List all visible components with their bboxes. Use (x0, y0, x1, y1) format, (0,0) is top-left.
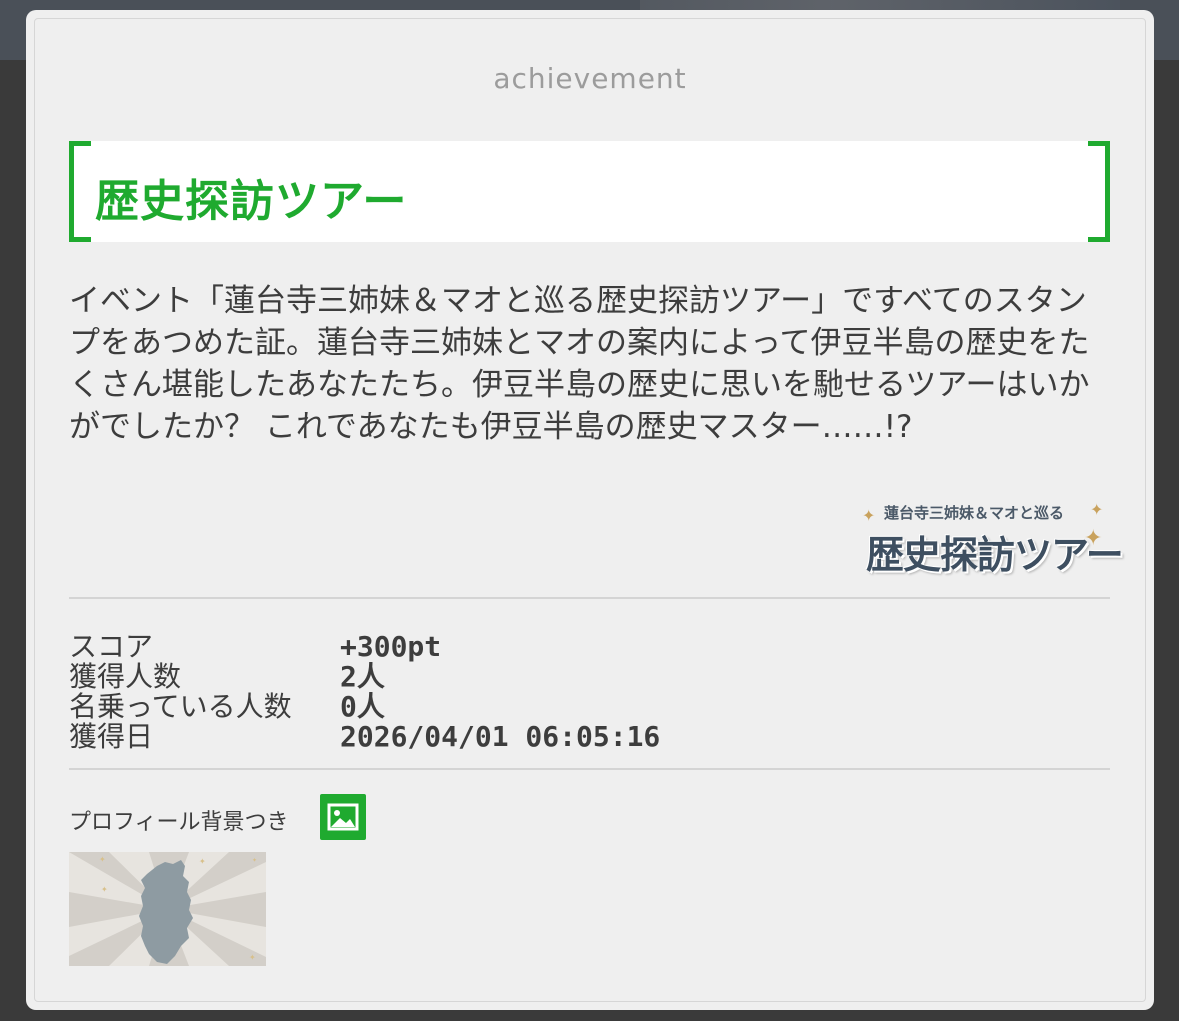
sparkle-icon: ✦ (1090, 500, 1104, 519)
event-logo-subtitle: 蓮台寺三姉妹＆マオと巡る (884, 504, 1065, 522)
achievement-title: 歴史探訪ツアー (95, 176, 408, 227)
stat-label: 名乗っている人数 (69, 690, 292, 723)
profile-background-preview[interactable]: ✦ ✦ ✦ ✦ ✦ (69, 852, 266, 966)
achievement-description: イベント「蓮台寺三姉妹＆マオと巡る歴史探訪ツアー」ですべてのスタンプをあつめた証… (69, 283, 1090, 445)
svg-text:✦: ✦ (101, 885, 108, 894)
stat-value: +300pt (340, 630, 442, 663)
divider (69, 768, 1110, 770)
event-logo-title: 歴史探訪ツアー (866, 533, 1124, 577)
stat-label: 獲得人数 (69, 660, 182, 693)
stat-row-earned-count: 獲得人数 2人 (69, 662, 869, 692)
stat-row-score: スコア +300pt (69, 632, 869, 662)
svg-text:✦: ✦ (252, 857, 257, 864)
stat-label: スコア (69, 630, 154, 663)
stat-row-earned-date: 獲得日 2026/04/01 06:05:16 (69, 722, 869, 752)
svg-text:✦: ✦ (99, 855, 106, 864)
stat-label: 獲得日 (69, 720, 154, 753)
svg-text:✦: ✦ (249, 953, 256, 962)
achievement-modal: achievement 歴史探訪ツアー イベント「蓮台寺三姉妹＆マオと巡る歴史探… (26, 10, 1154, 1010)
stat-value: 0人 (340, 690, 385, 723)
sparkle-icon: ✦ (862, 506, 876, 525)
stat-value: 2人 (340, 660, 385, 693)
stat-row-using-count: 名乗っている人数 0人 (69, 692, 869, 722)
divider (69, 597, 1110, 599)
event-logo: ✦ ✦ ✦ 蓮台寺三姉妹＆マオと巡る 歴史探訪ツアー (862, 498, 1124, 586)
modal-type-label: achievement (493, 62, 687, 95)
image-icon[interactable] (320, 794, 366, 840)
title-bracket-right (1088, 141, 1110, 242)
title-bracket-left (69, 141, 91, 242)
profile-background-label: プロフィール背景つき (69, 810, 289, 835)
svg-text:✦: ✦ (199, 857, 206, 866)
achievement-title-box: 歴史探訪ツアー (69, 141, 1110, 242)
stat-value: 2026/04/01 06:05:16 (340, 720, 661, 753)
achievement-stats: スコア +300pt 獲得人数 2人 名乗っている人数 0人 獲得日 2026/… (69, 632, 869, 752)
